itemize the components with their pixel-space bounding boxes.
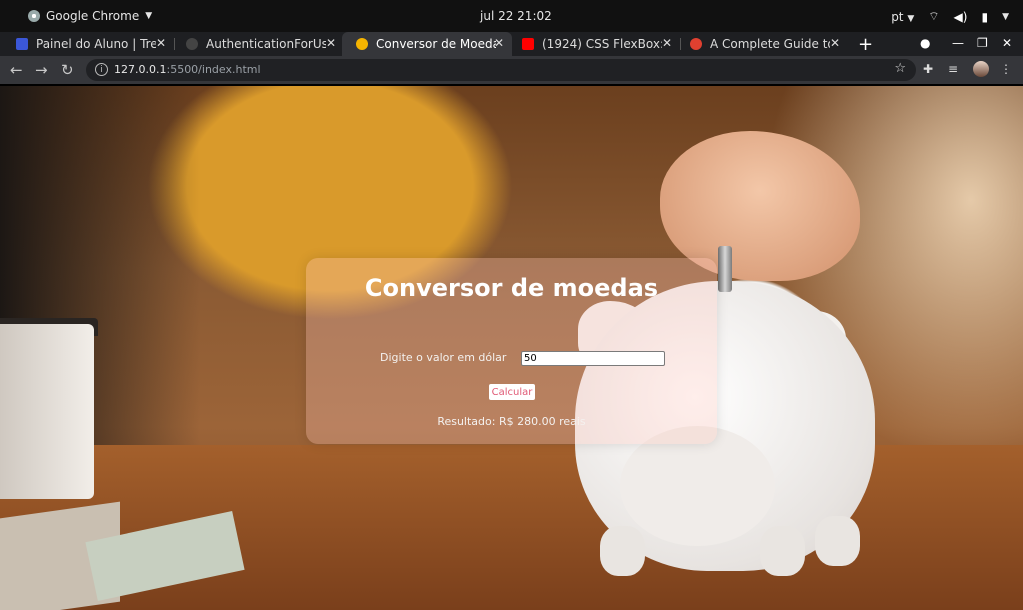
wifi-icon[interactable]: ⌔ <box>928 9 939 24</box>
app-name: Google Chrome <box>46 9 140 23</box>
tab-conversor-moedas[interactable]: Conversor de Moedas ✕ <box>342 32 512 56</box>
extensions-puzzle-icon[interactable]: ✚ <box>923 62 933 76</box>
system-menu-chevron-icon[interactable]: ▼ <box>1002 12 1009 22</box>
tab-title: AuthenticationForUse <box>206 37 326 51</box>
window-close-icon[interactable]: ✕ <box>1002 36 1012 50</box>
page-viewport: Conversor de moedas Digite o valor em dó… <box>0 86 1023 610</box>
css-tricks-icon <box>690 38 702 50</box>
youtube-icon <box>522 38 534 50</box>
site-info-icon[interactable]: i <box>95 63 108 76</box>
new-tab-plus-icon[interactable]: + <box>858 34 873 55</box>
tab-complete-guide[interactable]: A Complete Guide to ✕ <box>676 32 848 56</box>
tab-search-icon[interactable]: ● <box>920 36 930 50</box>
more-menu-icon[interactable]: ⋮ <box>1000 62 1012 76</box>
coin-icon <box>356 38 368 50</box>
media-queue-icon[interactable]: ≡ <box>948 62 958 76</box>
tab-authentication[interactable]: AuthenticationForUse ✕ <box>172 32 344 56</box>
bookmark-star-icon[interactable]: ☆ <box>894 61 906 76</box>
coin <box>718 246 732 292</box>
piggy-snout <box>620 426 775 546</box>
restore-icon[interactable]: ❐ <box>977 36 988 50</box>
close-icon[interactable]: ✕ <box>326 36 336 50</box>
tab-title: A Complete Guide to <box>710 37 830 51</box>
minimize-icon[interactable]: — <box>952 36 964 50</box>
profile-avatar[interactable] <box>973 61 989 77</box>
page-title: Conversor de moedas <box>364 274 659 302</box>
converter-card: Conversor de moedas Digite o valor em dó… <box>306 258 717 444</box>
github-icon <box>186 38 198 50</box>
back-arrow-icon[interactable]: ← <box>10 61 23 79</box>
app-menu[interactable]: Google Chrome ▼ <box>28 9 152 23</box>
result-text: Resultado: R$ 280.00 reais <box>437 415 586 428</box>
tab-title: Conversor de Moedas <box>376 37 496 51</box>
close-icon[interactable]: ✕ <box>662 36 672 50</box>
close-icon[interactable]: ✕ <box>494 36 504 50</box>
chrome-icon <box>28 10 40 22</box>
tab-painel-aluno[interactable]: Painel do Aluno | Trei ✕ <box>2 32 175 56</box>
browser-toolbar: ← → ↻ i 127.0.0.1:5500/index.html ☆ ✚ ≡ … <box>0 56 1023 84</box>
tab-title: Painel do Aluno | Trei <box>36 37 156 51</box>
tab-css-flexbox[interactable]: (1924) CSS FlexBox: D ✕ <box>508 32 681 56</box>
favicon-icon <box>16 38 28 50</box>
close-icon[interactable]: ✕ <box>830 36 840 50</box>
calculate-button[interactable]: Calcular <box>489 384 535 400</box>
dollar-input[interactable] <box>521 351 665 366</box>
piggy-leg <box>600 526 645 576</box>
volume-icon[interactable]: ◀) <box>954 10 968 24</box>
url-text[interactable]: 127.0.0.1:5500/index.html <box>114 63 261 76</box>
forward-arrow-icon[interactable]: → <box>35 61 48 79</box>
dollar-input-label: Digite o valor em dólar <box>380 351 507 364</box>
clock[interactable]: jul 22 21:02 <box>480 9 552 23</box>
piggy-leg <box>815 516 860 566</box>
reload-icon[interactable]: ↻ <box>61 61 74 79</box>
chevron-down-icon: ▼ <box>145 11 153 21</box>
close-icon[interactable]: ✕ <box>156 36 166 50</box>
coffee-cup <box>0 324 94 499</box>
os-top-bar: Google Chrome ▼ jul 22 21:02 pt ▼ ⌔ ◀) ▮… <box>0 0 1023 32</box>
address-bar[interactable]: i 127.0.0.1:5500/index.html ☆ <box>86 59 916 81</box>
language-indicator[interactable]: pt ▼ <box>891 10 914 24</box>
battery-icon[interactable]: ▮ <box>981 10 988 24</box>
piggy-leg <box>760 526 805 576</box>
tab-title: (1924) CSS FlexBox: D <box>542 37 662 51</box>
